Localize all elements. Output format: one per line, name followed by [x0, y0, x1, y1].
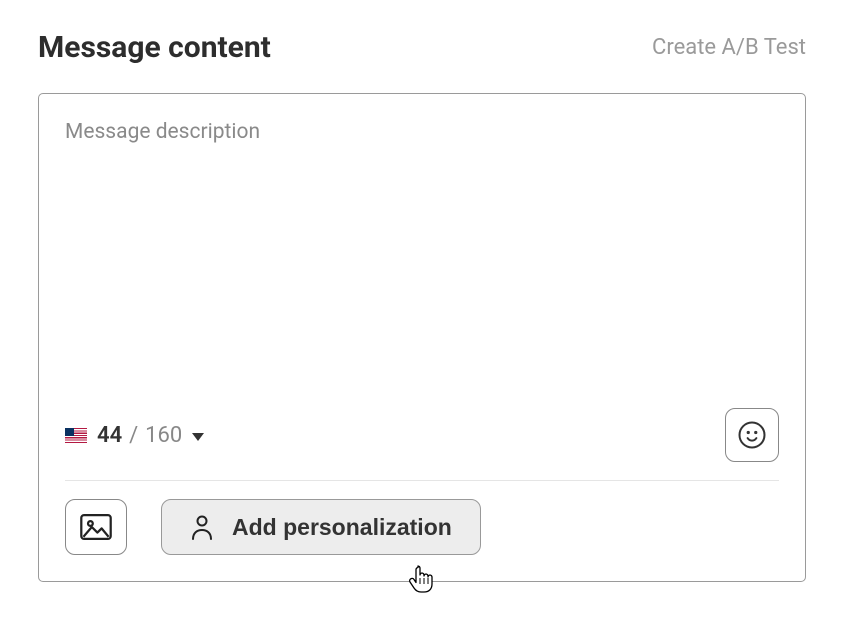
- page-title: Message content: [38, 30, 271, 65]
- person-icon: [190, 514, 214, 540]
- action-row: Add personalization: [65, 499, 779, 555]
- header-row: Message content Create A/B Test: [38, 30, 806, 65]
- create-ab-test-link[interactable]: Create A/B Test: [652, 35, 806, 60]
- add-personalization-button[interactable]: Add personalization: [161, 499, 481, 555]
- char-count-max: 160: [145, 423, 182, 448]
- add-personalization-label: Add personalization: [232, 514, 452, 541]
- char-count-current: 44: [97, 423, 122, 448]
- chevron-down-icon: [192, 433, 204, 441]
- message-content-card: 44 / 160: [38, 93, 806, 582]
- char-count-separator: /: [129, 423, 138, 448]
- us-flag-icon: [65, 428, 87, 443]
- emoji-picker-button[interactable]: [725, 408, 779, 462]
- insert-image-button[interactable]: [65, 499, 127, 555]
- message-description-input[interactable]: [65, 116, 779, 396]
- smile-icon: [737, 420, 767, 450]
- character-counter-dropdown[interactable]: 44 / 160: [65, 423, 204, 448]
- stats-row: 44 / 160: [65, 408, 779, 481]
- image-icon: [79, 513, 113, 541]
